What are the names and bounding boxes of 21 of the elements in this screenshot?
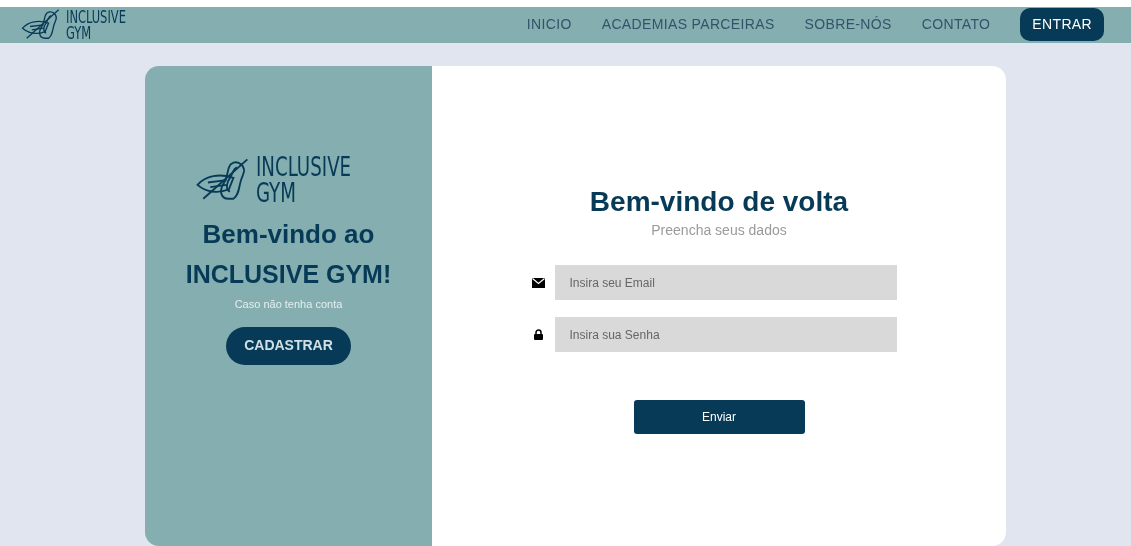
logo-text: GYM xyxy=(66,24,92,41)
envelope-icon xyxy=(532,277,545,288)
nav-link[interactable]: CONTATO xyxy=(921,14,991,36)
nav-link[interactable]: ACADEMIAS PARCEIRAS xyxy=(601,14,775,36)
password-field[interactable]: Insira sua Senha xyxy=(554,317,897,352)
lock-icon xyxy=(534,329,543,340)
email-field[interactable]: Insira seu Email xyxy=(554,265,897,300)
logo-text: INCLUSIVE xyxy=(66,8,126,25)
logo-icon xyxy=(20,8,62,42)
welcome-title: INCLUSIVE GYM! xyxy=(185,259,392,290)
nav-link[interactable]: INICIO xyxy=(526,14,572,36)
login-title: Bem-vindo de volta xyxy=(589,185,849,219)
login-button[interactable]: ENTRAR xyxy=(1020,8,1104,42)
register-button[interactable]: CADASTRAR xyxy=(226,326,351,365)
login-subtitle: Preencha seus dados xyxy=(651,221,787,240)
submit-button[interactable]: Enviar xyxy=(633,400,805,434)
welcome-subtitle: Caso não tenha conta xyxy=(234,297,343,312)
logo-text: GYM xyxy=(256,180,298,206)
welcome-title: Bem-vindo ao xyxy=(202,218,375,251)
nav-link[interactable]: SOBRE-NÓS xyxy=(804,14,892,36)
logo-text: INCLUSIVE xyxy=(256,154,352,180)
